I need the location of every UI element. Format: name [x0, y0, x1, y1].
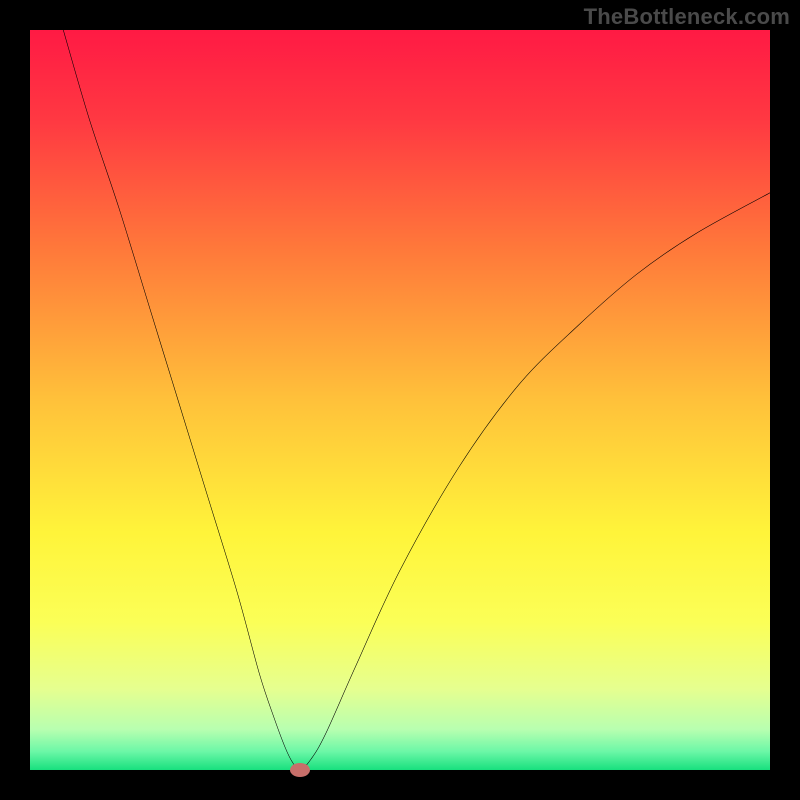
minimum-marker — [290, 763, 310, 777]
chart-frame: TheBottleneck.com — [0, 0, 800, 800]
watermark-text: TheBottleneck.com — [584, 4, 790, 30]
bottleneck-curve — [30, 30, 770, 770]
plot-area — [30, 30, 770, 770]
